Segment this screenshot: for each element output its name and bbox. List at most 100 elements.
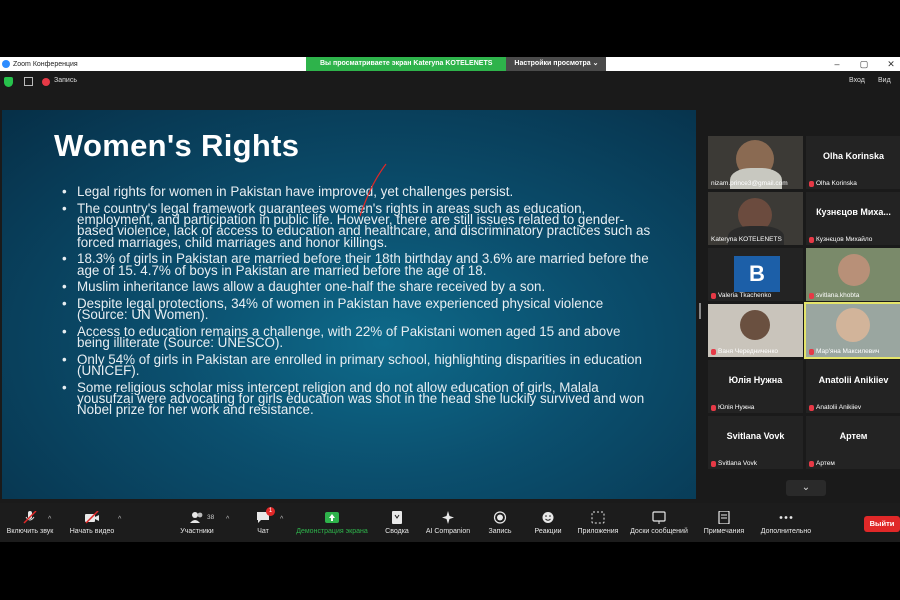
view-button[interactable]: Вид	[878, 77, 891, 84]
view-settings-button[interactable]: Настройки просмотра ⌄	[506, 57, 607, 71]
participants-button[interactable]: 38 Участники	[175, 503, 219, 542]
apps-button[interactable]: Приложения	[574, 503, 622, 542]
share-banner-text: Вы просматриваете экран Kateryna KOTELEN…	[306, 57, 507, 71]
slide-bullet: Some religious scholar miss intercept re…	[62, 381, 652, 417]
close-icon[interactable]: ✕	[884, 57, 898, 71]
participant-label: Ваня Чередниченко	[711, 348, 778, 355]
grid-icon[interactable]	[24, 77, 33, 86]
annotation-pen-mark	[359, 163, 387, 217]
participant-label: Kateryna KOTELENETS	[711, 236, 782, 243]
slide-bullet: Access to education remains a challenge,…	[62, 325, 652, 349]
participant-display-name: Olha Korinska	[822, 151, 885, 161]
shared-screen-slide: Women's Rights Legal rights for women in…	[2, 110, 696, 499]
chat-label: Чат	[257, 528, 269, 535]
reactions-button[interactable]: Реакции	[530, 503, 566, 542]
slide-bullet-list: Legal rights for women in Pakistan have …	[62, 185, 652, 421]
minimize-icon[interactable]: –	[830, 57, 844, 71]
gallery-next-page-button[interactable]: ⌄	[786, 480, 826, 496]
participant-name: Svitlana Vovk	[718, 460, 758, 467]
exit-button[interactable]: Вход	[849, 77, 865, 84]
summary-button[interactable]: Сводка	[382, 503, 412, 542]
smiley-icon	[542, 512, 554, 523]
slide-bullet: Muslim inheritance laws allow a daughter…	[62, 280, 652, 294]
participant-tile[interactable]: Kateryna KOTELENETS	[708, 192, 803, 245]
notes-button[interactable]: Примечания	[700, 503, 748, 542]
mic-muted-icon	[711, 460, 716, 467]
record-icon	[493, 511, 507, 524]
participant-tile[interactable]: Юлія Нужна Юлія Нужна	[708, 360, 803, 413]
ai-companion-button[interactable]: AI Companion	[422, 503, 474, 542]
maximize-icon[interactable]: ▢	[857, 57, 871, 71]
participant-label: nizam.prince3@gmail.com	[711, 180, 788, 187]
start-video-button[interactable]: Начать видео	[66, 503, 118, 542]
slide-bullet: 18.3% of girls in Pakistan are married b…	[62, 252, 652, 276]
participant-tile[interactable]: Olha Korinska Olha Korinska	[806, 136, 900, 189]
more-label: Дополнительно	[760, 528, 812, 535]
video-options-caret-icon[interactable]: ^	[118, 516, 121, 523]
security-shield-icon[interactable]	[4, 77, 13, 87]
participants-caret-icon[interactable]: ^	[226, 516, 229, 523]
chat-icon: 1	[255, 507, 275, 524]
chevron-down-icon: ⌄	[801, 482, 811, 493]
participant-tile[interactable]: svitlana.khobta	[806, 248, 900, 301]
zoom-window: { "app": { "title": "Zoom Конференция", …	[0, 0, 900, 600]
participants-icon	[190, 512, 203, 523]
participant-label: Valeria Tkachenko	[711, 292, 771, 299]
participant-tile[interactable]: B Valeria Tkachenko	[708, 248, 803, 301]
participant-label: Мар'яна Максилевич	[809, 348, 879, 355]
meeting-main-area: Women's Rights Legal rights for women in…	[0, 93, 900, 503]
participant-label: Артем	[809, 460, 835, 467]
participant-tile[interactable]: nizam.prince3@gmail.com	[708, 136, 803, 189]
audio-options-caret-icon[interactable]: ^	[48, 516, 51, 523]
participant-name: Olha Korinska	[816, 180, 857, 187]
mic-muted-icon	[711, 292, 716, 299]
leave-button[interactable]: Выйти	[864, 516, 900, 532]
participant-avatar: B	[734, 256, 780, 292]
participant-name: nizam.prince3@gmail.com	[711, 180, 788, 187]
share-banner: Вы просматриваете экран Kateryna KOTELEN…	[306, 57, 607, 71]
mic-muted-icon	[711, 404, 716, 411]
whiteboard-icon	[652, 511, 666, 524]
participant-label: Юлія Нужна	[711, 404, 754, 411]
participant-name: Anatolii Anikiiev	[816, 404, 862, 411]
participant-name: Valeria Tkachenko	[718, 292, 772, 299]
summary-label: Сводка	[385, 528, 409, 535]
more-button[interactable]: Дополнительно	[756, 503, 816, 542]
participant-display-name: Кузнєцов Миха...	[816, 207, 891, 217]
participant-name: Ваня Чередниченко	[718, 348, 779, 355]
chat-caret-icon[interactable]: ^	[280, 516, 283, 523]
mic-muted-icon	[711, 348, 716, 355]
whiteboards-button[interactable]: Доски сообщений	[628, 503, 690, 542]
mic-muted-icon	[809, 180, 814, 187]
mic-muted-icon	[809, 460, 814, 467]
participant-tile[interactable]: Артем Артем	[806, 416, 900, 469]
participant-video	[836, 308, 870, 342]
participant-name: Юлія Нужна	[718, 404, 755, 411]
participant-name: Артем	[816, 460, 835, 467]
participants-label: Участники	[180, 528, 214, 535]
participant-label: svitlana.khobta	[809, 292, 859, 299]
whiteboards-label: Доски сообщений	[630, 528, 688, 535]
chat-button[interactable]: 1 Чат	[248, 503, 278, 542]
participant-tile-active-speaker[interactable]: Мар'яна Максилевич	[804, 302, 900, 359]
recording-icon	[42, 78, 50, 86]
share-screen-icon	[325, 512, 339, 523]
ai-companion-label: AI Companion	[425, 528, 471, 535]
share-screen-label: Демонстрация экрана	[296, 528, 368, 535]
participant-display-name: Svitlana Vovk	[726, 431, 785, 441]
video-off-icon	[85, 511, 99, 524]
participant-tile[interactable]: Кузнєцов Миха... Кузнєцов Михайло	[806, 192, 900, 245]
participants-count: 38	[207, 514, 215, 521]
window-titlebar: Zoom Конференция Вы просматриваете экран…	[0, 57, 900, 71]
splitter-handle[interactable]	[699, 303, 701, 319]
participant-display-name: Артем	[839, 431, 868, 441]
mic-muted-icon	[809, 404, 814, 411]
participant-tile[interactable]: Ваня Чередниченко	[708, 304, 803, 357]
participant-tile[interactable]: Anatolii Anikiiev Anatolii Anikiiev	[806, 360, 900, 413]
slide-bullet: Despite legal protections, 34% of women …	[62, 297, 652, 321]
unmute-label: Включить звук	[6, 528, 54, 535]
window-title: Zoom Конференция	[13, 60, 78, 68]
share-screen-button[interactable]: Демонстрация экрана	[292, 503, 372, 542]
record-button[interactable]: Запись	[484, 503, 516, 542]
participant-tile[interactable]: Svitlana Vovk Svitlana Vovk	[708, 416, 803, 469]
